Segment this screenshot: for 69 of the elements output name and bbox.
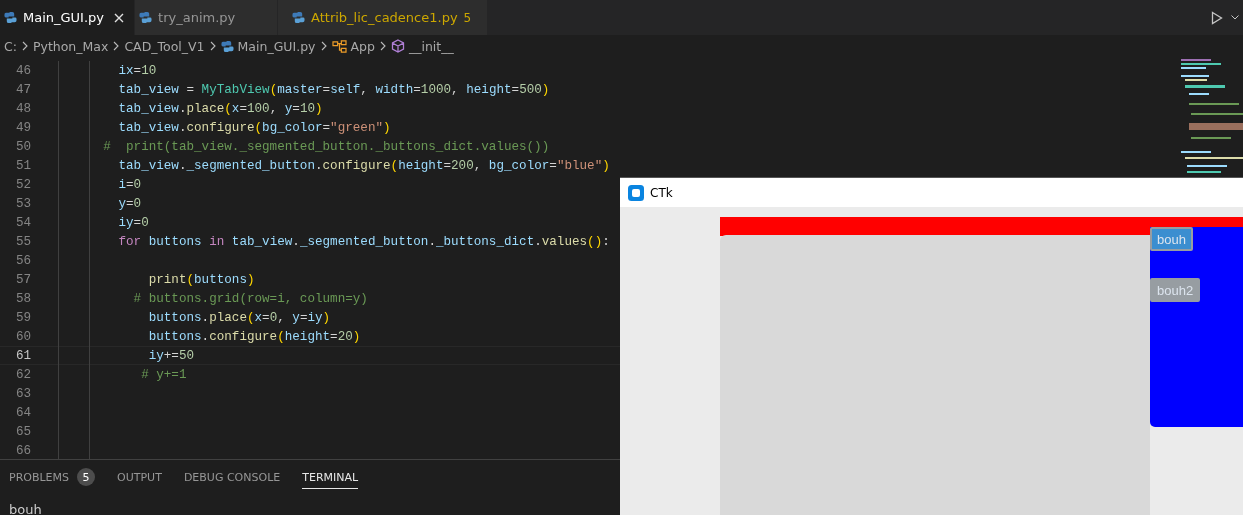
run-icon[interactable] — [1211, 10, 1223, 25]
chevron-icon — [113, 41, 120, 51]
breadcrumb-item[interactable]: Main_GUI.py — [220, 38, 316, 54]
window-title: CTk — [650, 185, 673, 200]
line-number: 46 — [14, 63, 31, 78]
line-number: 57 — [14, 272, 31, 287]
python-file-icon — [292, 11, 306, 24]
panel-tab[interactable]: PROBLEMS 5 — [9, 466, 96, 489]
python-file-icon — [220, 39, 234, 53]
line-number: 47 — [14, 82, 31, 97]
line-number: 58 — [14, 291, 31, 306]
line-number: 53 — [14, 196, 31, 211]
breadcrumb-item[interactable]: __init__ — [390, 38, 454, 54]
cube-icon — [390, 39, 405, 53]
code-line: tab_view._segmented_button.configure(height=200, bg_color="blue") — [117, 158, 610, 173]
code-line: ix=10 — [117, 63, 157, 78]
app-icon — [628, 184, 644, 201]
line-number: 64 — [14, 405, 31, 420]
line-number: 62 — [14, 367, 31, 382]
editor-tab[interactable]: Main_GUI.py — [0, 0, 136, 35]
line-number: 65 — [14, 424, 31, 439]
chevron-icon — [379, 41, 386, 51]
panel-tab[interactable]: OUTPUT — [117, 466, 162, 489]
line-number: 51 — [14, 158, 31, 173]
line-number: 60 — [14, 329, 31, 344]
editor-tab[interactable]: try_anim.py — [135, 0, 279, 35]
code-line: buttons.configure(height=20) — [147, 329, 361, 344]
code-line: tab_view.configure(bg_color="green") — [117, 120, 391, 135]
breadcrumb-item[interactable]: App — [331, 38, 375, 54]
code-line: iy=0 — [117, 215, 149, 230]
problem-count-badge: 5 — [77, 468, 96, 486]
code-line: # print(tab_view._segmented_button._buttons_dict.values()) — [102, 139, 550, 154]
code-line: # buttons.grid(row=i, column=y) — [132, 291, 368, 306]
code-line: y=0 — [117, 196, 142, 211]
line-number: 49 — [14, 120, 31, 135]
editor-tab[interactable]: Attrib_lic_cadence1.py 5 — [278, 0, 489, 35]
terminal-output: bouh — [8, 501, 43, 515]
chevron-icon — [209, 41, 216, 51]
breadcrumb-item[interactable]: C: — [4, 38, 17, 54]
chevron-icon — [21, 41, 28, 51]
line-number: 56 — [14, 253, 31, 268]
code-line: print(buttons) — [147, 272, 255, 287]
breadcrumb-item[interactable]: Python_Max — [32, 38, 109, 54]
caret-icon[interactable] — [1231, 15, 1239, 20]
panel-tab[interactable]: TERMINAL — [302, 466, 359, 489]
line-number: 48 — [14, 101, 31, 116]
line-number: 55 — [14, 234, 31, 249]
class-icon — [331, 39, 347, 53]
problem-count: 5 — [463, 10, 472, 25]
panel-tab[interactable]: DEBUG CONSOLE — [183, 466, 281, 489]
python-file-icon — [4, 11, 17, 24]
code-line: tab_view.place(x=100, y=10) — [117, 101, 323, 116]
line-number: 59 — [14, 310, 31, 325]
python-file-icon — [139, 11, 153, 24]
code-line: iy+=50 — [147, 348, 195, 363]
line-number: 66 — [14, 443, 31, 458]
code-line: tab_view = MyTabView(master=self, width=1000, height=500) — [117, 82, 550, 97]
line-number: 52 — [14, 177, 31, 192]
chevron-icon — [320, 41, 327, 51]
code-line: for buttons in tab_view._segmented_button._buttons_dict.values(): — [117, 234, 610, 249]
line-number: 54 — [14, 215, 31, 230]
code-line: buttons.place(x=0, y=iy) — [147, 310, 331, 325]
line-number: 50 — [14, 139, 31, 154]
line-number: 63 — [14, 386, 31, 401]
code-line: i=0 — [117, 177, 142, 192]
breadcrumb-item[interactable]: CAD_Tool_V1 — [124, 38, 205, 54]
line-number: 61 — [14, 348, 31, 363]
code-line: # y+=1 — [140, 367, 187, 382]
close-icon[interactable] — [114, 12, 125, 23]
